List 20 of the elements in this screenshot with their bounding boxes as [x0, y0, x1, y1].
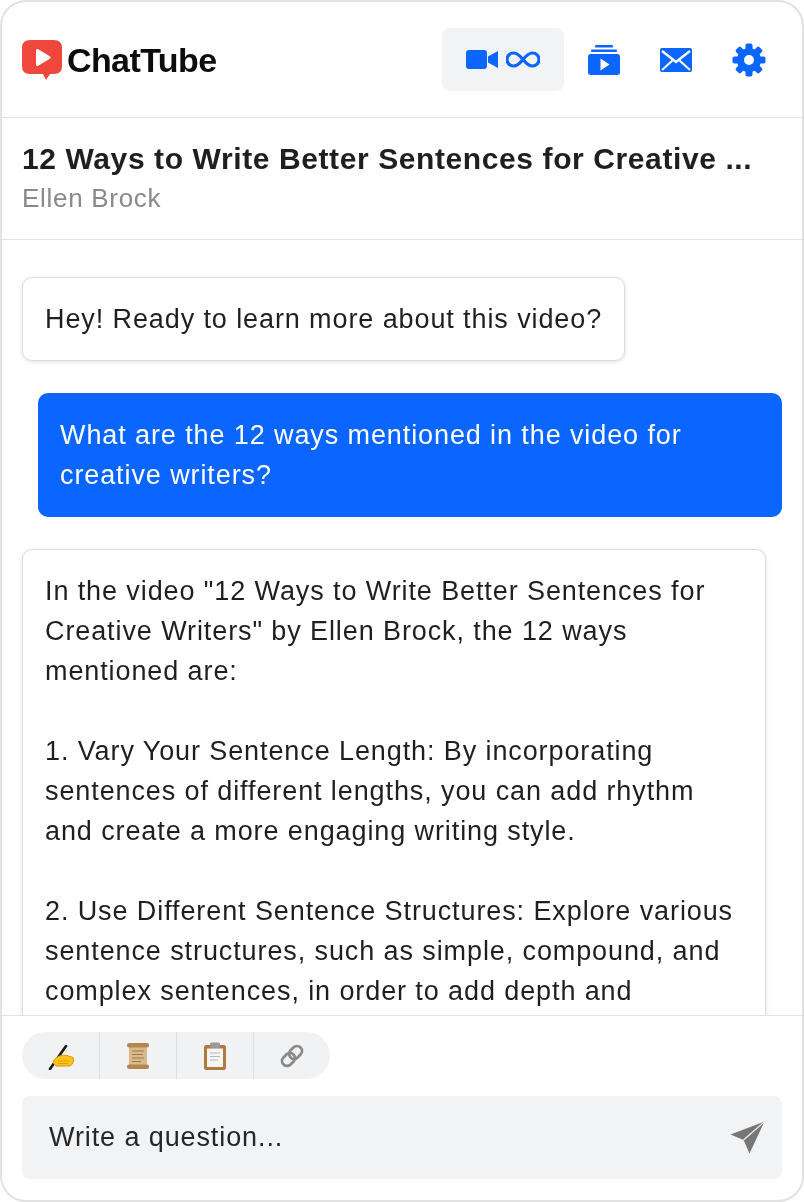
video-author: Ellen Brock: [22, 182, 163, 215]
scroll-icon: [124, 1041, 152, 1070]
message-text: 1. Vary Your Sentence Length: By incorporating sentences of different lengths, you can add rhythm and create a more engaging writing style.: [45, 735, 696, 848]
infinity-icon: [506, 51, 540, 68]
chat-play-logo-icon: [22, 39, 62, 80]
envelope-icon: [660, 47, 692, 72]
paper-plane-icon: [730, 1121, 765, 1154]
video-camera-icon: [466, 49, 498, 70]
message-text: Hey! Ready to learn more about this video?: [45, 303, 603, 336]
play-stack-icon: [588, 44, 620, 75]
question-input[interactable]: Write a question...: [22, 1096, 782, 1179]
send-button[interactable]: [730, 1121, 765, 1154]
video-title: 12 Ways to Write Better Sentences for Creative ...: [22, 141, 754, 177]
message-text: In the video "12 Ways to Write Better Sentences for Creative Writers" by Ellen Brock, the 12 ways mentioned are:: [45, 575, 707, 688]
clipboard-icon: [201, 1041, 229, 1070]
camera-infinity-button[interactable]: [442, 28, 564, 91]
message-text: What are the 12 ways mentioned in the video for creative writers?: [60, 419, 683, 492]
gear-icon: [732, 42, 766, 77]
app-name: ChatTube: [67, 39, 217, 80]
message-text: 2. Use Different Sentence Structures: Explore various sentence structures, such as simple, compound, and complex sentences, in order to add depth and: [45, 895, 734, 1008]
